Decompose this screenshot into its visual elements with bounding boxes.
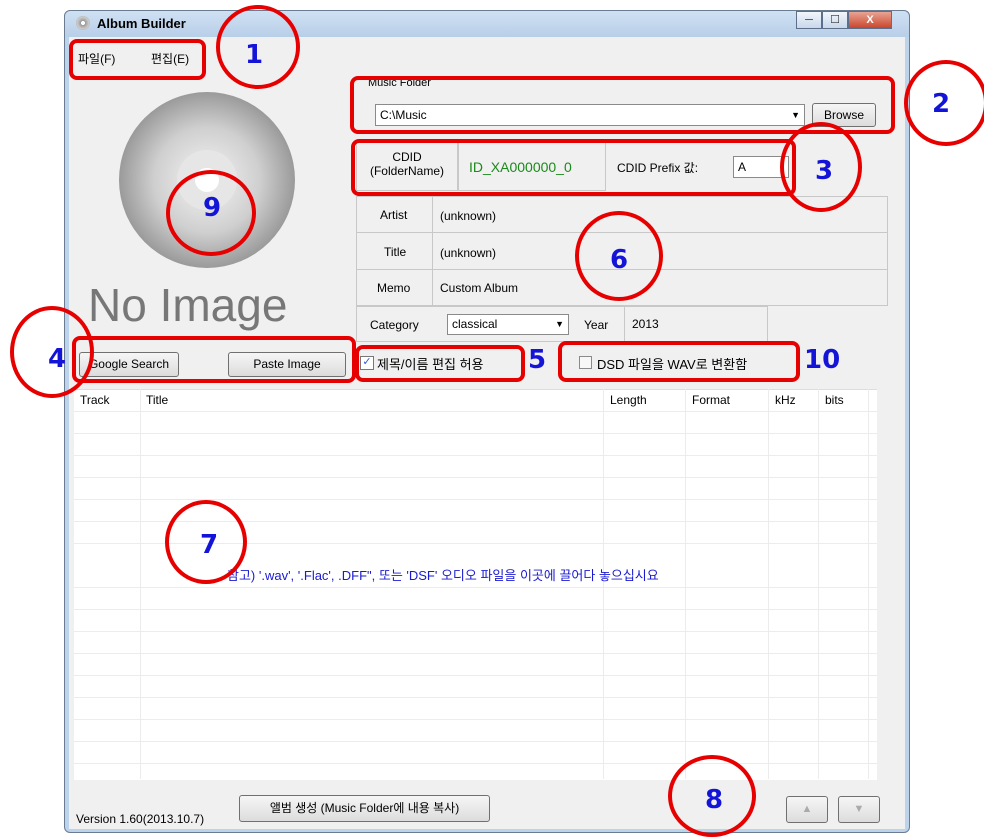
column-divider	[818, 389, 819, 779]
callout-number-2: 2	[932, 89, 951, 119]
callout-box-cover-buttons	[72, 336, 356, 383]
no-image-label: No Image	[88, 279, 288, 331]
column-divider	[685, 389, 686, 779]
callout-number-6: 6	[610, 245, 629, 275]
row-divider	[74, 609, 877, 610]
year-field[interactable]: 2013	[632, 317, 659, 331]
category-label: Category	[370, 318, 419, 332]
row-divider	[74, 631, 877, 632]
column-divider	[140, 389, 141, 779]
year-label: Year	[584, 318, 609, 332]
version-label: Version 1.60(2013.10.7)	[76, 812, 205, 826]
title-field[interactable]: (unknown)	[440, 246, 496, 260]
close-button[interactable]: X	[848, 11, 892, 29]
grid-divider	[432, 196, 433, 306]
category-select[interactable]: classical ▼	[447, 314, 569, 335]
callout-box-cdid	[351, 139, 796, 196]
row-divider	[74, 433, 877, 434]
category-value: classical	[452, 317, 498, 331]
move-up-button[interactable]: ▲	[786, 796, 828, 823]
row-divider	[74, 455, 877, 456]
artist-label: Artist	[380, 208, 408, 222]
col-header-bits[interactable]: bits	[825, 389, 844, 411]
col-header-khz[interactable]: kHz	[775, 389, 796, 411]
row-divider	[74, 719, 877, 720]
column-divider	[768, 389, 769, 779]
title-bar[interactable]	[65, 11, 909, 37]
grid-divider	[624, 306, 625, 342]
row-divider	[74, 499, 877, 500]
callout-box-menu	[69, 39, 206, 80]
row-divider	[74, 477, 877, 478]
callout-box-dsd	[558, 341, 800, 382]
minimize-button[interactable]: ─	[796, 11, 822, 29]
track-list[interactable]	[74, 389, 877, 780]
callout-box-allow-edit	[355, 345, 525, 382]
chevron-down-icon: ▼	[555, 319, 564, 329]
window-title: Album Builder	[97, 16, 186, 31]
callout-number-10: 10	[804, 345, 841, 375]
callout-number-8: 8	[705, 785, 724, 815]
row-divider	[74, 763, 877, 764]
row-divider	[74, 411, 877, 412]
memo-field[interactable]: Custom Album	[440, 281, 518, 295]
move-down-button[interactable]: ▼	[838, 796, 880, 823]
col-header-title[interactable]: Title	[146, 389, 168, 411]
drop-hint: 참고) '.wav', '.Flac', .DFF", 또는 'DSF' 오디오…	[227, 568, 659, 583]
row-divider	[74, 587, 877, 588]
row-divider	[74, 741, 877, 742]
create-album-button[interactable]: 앨범 생성 (Music Folder에 내용 복사)	[239, 795, 490, 822]
callout-number-9: 9	[203, 193, 222, 223]
col-header-length[interactable]: Length	[610, 389, 647, 411]
maximize-button[interactable]: ☐	[822, 11, 848, 29]
app-icon	[76, 16, 90, 30]
artist-field[interactable]: (unknown)	[440, 209, 496, 223]
col-header-format[interactable]: Format	[692, 389, 730, 411]
row-divider	[74, 653, 877, 654]
callout-number-3: 3	[815, 156, 834, 186]
column-divider	[868, 389, 869, 779]
callout-number-5: 5	[528, 345, 547, 375]
column-divider	[603, 389, 604, 779]
title-label: Title	[384, 245, 407, 259]
callout-number-4: 4	[48, 344, 67, 374]
row-divider	[74, 697, 877, 698]
row-divider	[74, 675, 877, 676]
col-header-track[interactable]: Track	[80, 389, 110, 411]
memo-label: Memo	[377, 281, 411, 295]
callout-number-1: 1	[245, 40, 264, 70]
callout-number-7: 7	[200, 530, 219, 560]
